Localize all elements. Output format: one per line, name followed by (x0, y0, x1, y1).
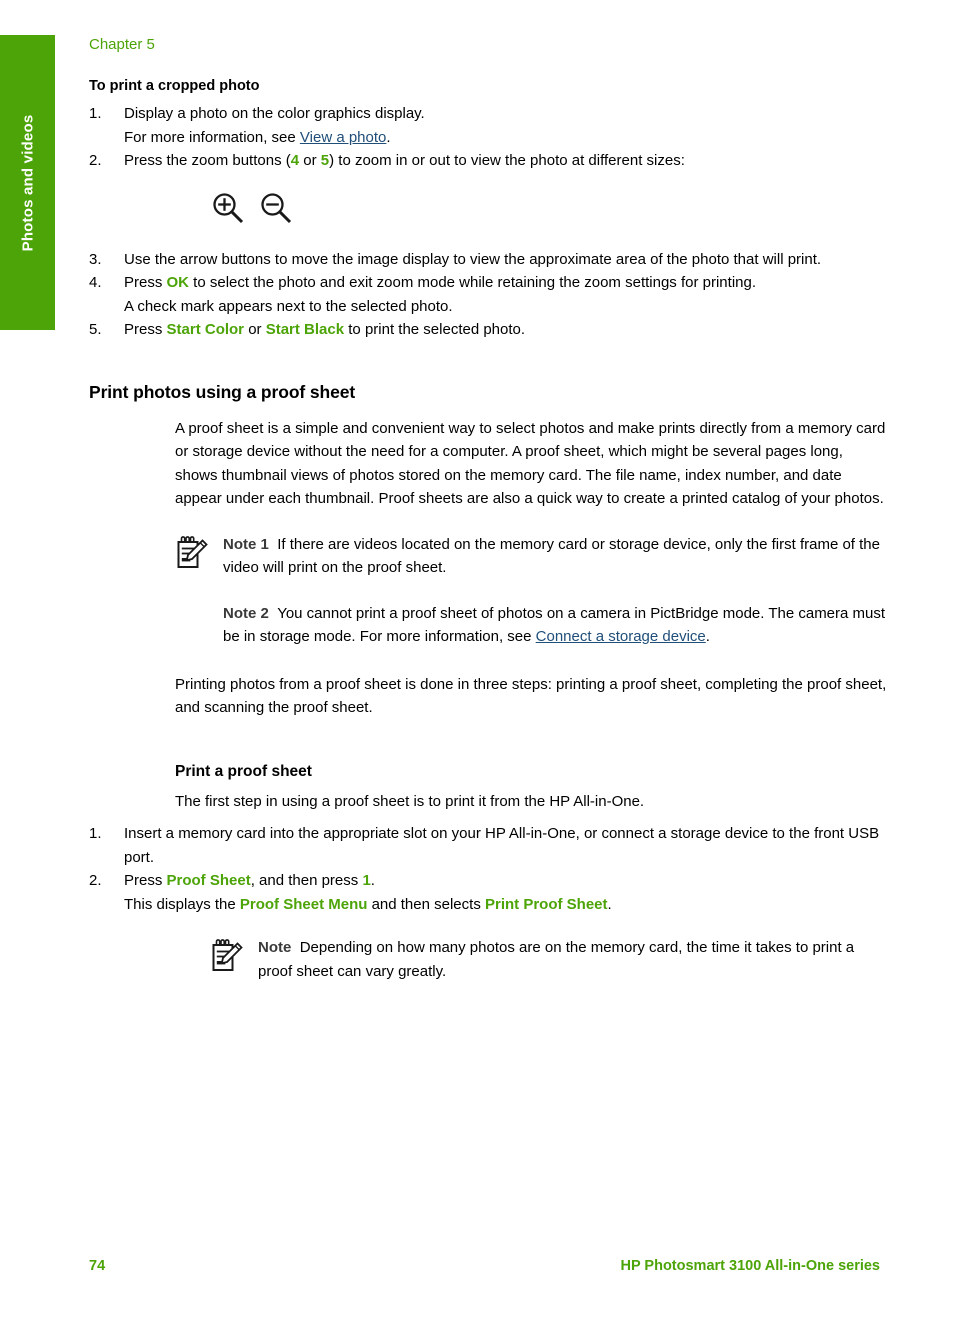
subline-part1: This displays the (124, 895, 240, 913)
key-start-color-button: Start Color (166, 321, 245, 338)
zoom-in-icon (210, 191, 246, 230)
note-icon (210, 938, 244, 974)
note-block-1: Note 1 If there are videos located on th… (175, 533, 889, 649)
page-footer: 74 HP Photosmart 3100 All-in-One series (0, 1258, 954, 1280)
step-text-part3: ) to zoom in or out to view the photo at… (329, 152, 685, 169)
link-connect-a-storage-device[interactable]: Connect a storage device (536, 628, 706, 645)
step-text-part2: or (299, 152, 321, 169)
menu-proof-sheet-menu: Proof Sheet Menu (239, 895, 368, 913)
step-text-part1: Press (124, 872, 167, 889)
note-body: Note 1 If there are videos located on th… (223, 533, 889, 649)
note-2-text: Note 2 You cannot print a proof sheet of… (223, 602, 889, 649)
note-3-body: Depending on how many photos are on the … (258, 939, 855, 980)
note-1-text: Note 1 If there are videos located on th… (223, 533, 889, 580)
cropped-photo-steps-continued: 3. Use the arrow buttons to move the ima… (89, 248, 889, 342)
print-proof-sheet-steps: 1. Insert a memory card into the appropr… (89, 822, 889, 916)
zoom-out-icon (258, 191, 294, 230)
heading-print-photos-using-a-proof-sheet: Print photos using a proof sheet (89, 381, 356, 402)
zoom-buttons-figure (210, 191, 889, 230)
step-number: 1. (89, 825, 102, 842)
note-label: Note (258, 939, 292, 956)
key-start-black-button: Start Black (265, 321, 345, 338)
cropped-photo-steps: 1. Display a photo on the color graphics… (89, 102, 889, 173)
list-item: 2. Press Proof Sheet, and then press 1. T… (89, 869, 889, 916)
step-text-part3: to print the selected photo. (344, 321, 526, 338)
step-text-part1: Press the zoom buttons ( (124, 152, 291, 169)
key-ok-button: OK (166, 274, 190, 291)
step-subline: A check mark appears next to the selecte… (124, 297, 453, 315)
step-text-part3: . (370, 872, 375, 889)
step-number: 3. (89, 250, 102, 268)
list-item: 1. Display a photo on the color graphics… (89, 102, 889, 149)
list-item: 2. Press the zoom buttons (4 or 5) to zoo… (89, 149, 889, 173)
step-text: Insert a memory card into the appropriat… (124, 825, 880, 866)
step-number: 1. (89, 105, 102, 122)
subline-part3: . (607, 895, 612, 913)
menu-print-proof-sheet: Print Proof Sheet (484, 895, 608, 913)
key-zoom-out-button: 5 (320, 152, 330, 169)
step-subline-suffix: . (386, 128, 391, 146)
step-text-part2: or (244, 321, 266, 338)
note-label: Note 1 (223, 535, 269, 553)
three-steps-paragraph: Printing photos from a proof sheet is do… (175, 675, 887, 717)
key-1-button: 1 (362, 872, 371, 889)
note-block-2: Note Depending on how many photos are on… (210, 936, 889, 983)
note-2-body-end: . (705, 628, 710, 645)
link-view-a-photo[interactable]: View a photo (300, 129, 386, 146)
list-item: 5. Press Start Color or Start Black to pr… (89, 318, 889, 342)
step-number: 2. (89, 872, 102, 889)
step-text-part1: Press (124, 274, 167, 291)
step-text: Display a photo on the color graphics di… (124, 105, 425, 122)
list-item: 3. Use the arrow buttons to move the ima… (89, 248, 889, 272)
step-subline: This displays the Proof Sheet Menu and t… (124, 893, 889, 917)
heading-to-print-a-cropped-photo: To print a cropped photo (89, 78, 260, 94)
note-icon (175, 535, 209, 571)
list-item: 4. Press OK to select the photo and exit … (89, 271, 889, 318)
step-subline-prefix: For more information, see (124, 128, 300, 146)
list-item: 1. Insert a memory card into the appropr… (89, 822, 889, 869)
step-text-part1: Press (124, 321, 167, 338)
step-text: Use the arrow buttons to move the image … (124, 250, 822, 268)
page-content: To print a cropped photo 1. Display a ph… (89, 78, 889, 983)
chapter-side-tab: Photos and videos (0, 35, 55, 330)
note-1-body: If there are videos located on the memor… (223, 535, 880, 577)
key-proof-sheet-button: Proof Sheet (166, 872, 251, 889)
chapter-running-head: Chapter 5 (89, 36, 155, 53)
step-subline: For more information, see View a photo. (124, 126, 889, 150)
note-spacer (223, 580, 889, 602)
note-body: Note Depending on how many photos are on… (258, 936, 889, 983)
footer-product-title: HP Photosmart 3100 All-in-One series (620, 1258, 880, 1274)
step-number: 5. (89, 321, 102, 338)
subline-part2: and then selects (367, 895, 485, 913)
print-proof-sheet-intro: The first step in using a proof sheet is… (175, 792, 645, 810)
step-number: 4. (89, 274, 102, 291)
proof-sheet-intro-paragraph: A proof sheet is a simple and convenient… (175, 419, 886, 508)
step-text-part2: , and then press (250, 872, 363, 889)
document-page: Photos and videos Chapter 5 To print a c… (0, 0, 954, 1321)
note-label: Note 2 (223, 604, 269, 622)
side-tab-label: Photos and videos (19, 114, 36, 251)
key-zoom-in-button: 4 (290, 152, 300, 169)
step-text-part2: to select the photo and exit zoom mode w… (189, 274, 756, 291)
page-number: 74 (89, 1258, 106, 1274)
step-number: 2. (89, 152, 102, 169)
note-3-text: Note Depending on how many photos are on… (258, 936, 889, 983)
heading-print-a-proof-sheet: Print a proof sheet (175, 762, 312, 780)
